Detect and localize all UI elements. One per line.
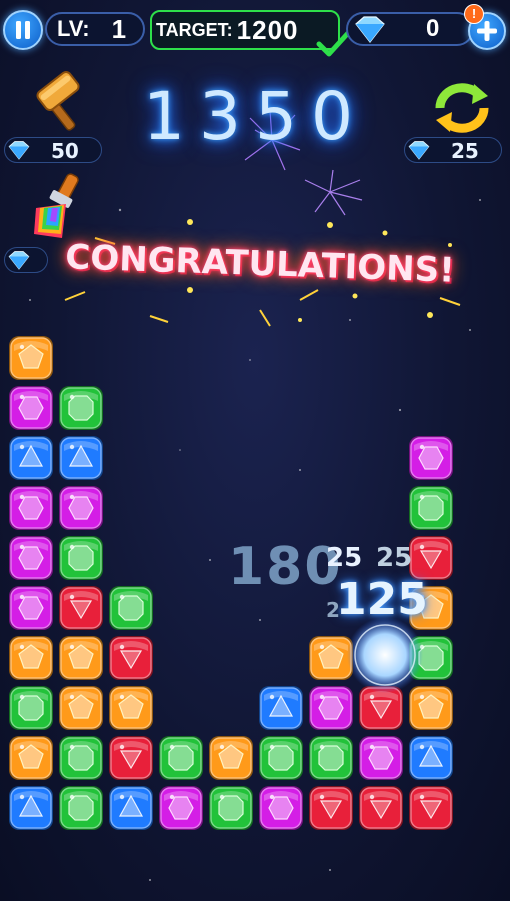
gem-magenta[interactable] — [258, 785, 304, 831]
gem-orange[interactable] — [8, 735, 54, 781]
gem-green[interactable] — [158, 735, 204, 781]
gem-magenta[interactable] — [158, 785, 204, 831]
gem-magenta[interactable] — [8, 585, 54, 631]
gem-red[interactable] — [408, 785, 454, 831]
gem-board[interactable] — [0, 0, 510, 901]
points-popup-25a: 25 — [326, 543, 363, 573]
gem-red[interactable] — [308, 785, 354, 831]
gem-magenta[interactable] — [8, 485, 54, 531]
gem-orange[interactable] — [208, 735, 254, 781]
gem-blue[interactable] — [8, 435, 54, 481]
gem-orange[interactable] — [58, 635, 104, 681]
gem-blue[interactable] — [58, 435, 104, 481]
gem-green[interactable] — [8, 685, 54, 731]
gem-magenta[interactable] — [408, 435, 454, 481]
gem-green[interactable] — [408, 485, 454, 531]
points-popup-125: 125 — [336, 574, 428, 625]
gem-orange[interactable] — [8, 635, 54, 681]
gem-red[interactable] — [358, 785, 404, 831]
gem-red[interactable] — [108, 635, 154, 681]
gem-magenta[interactable] — [8, 535, 54, 581]
gem-blue[interactable] — [8, 785, 54, 831]
gem-magenta[interactable] — [58, 485, 104, 531]
gem-orange[interactable] — [108, 685, 154, 731]
gem-blue[interactable] — [408, 735, 454, 781]
gem-green[interactable] — [58, 785, 104, 831]
gem-green[interactable] — [308, 735, 354, 781]
gem-green[interactable] — [58, 385, 104, 431]
points-popup-25b: 25 — [376, 543, 413, 573]
gem-blue[interactable] — [258, 685, 304, 731]
gem-magenta[interactable] — [8, 385, 54, 431]
gem-orange[interactable] — [58, 685, 104, 731]
gem-green[interactable] — [58, 735, 104, 781]
gem-blue[interactable] — [108, 785, 154, 831]
gem-green[interactable] — [208, 785, 254, 831]
gem-red[interactable] — [108, 735, 154, 781]
gem-orange[interactable] — [8, 335, 54, 381]
gem-green[interactable] — [108, 585, 154, 631]
gem-magenta[interactable] — [358, 735, 404, 781]
gem-green[interactable] — [58, 535, 104, 581]
gem-red[interactable] — [58, 585, 104, 631]
points-popup-2: 2 — [326, 598, 340, 622]
gem-green[interactable] — [258, 735, 304, 781]
